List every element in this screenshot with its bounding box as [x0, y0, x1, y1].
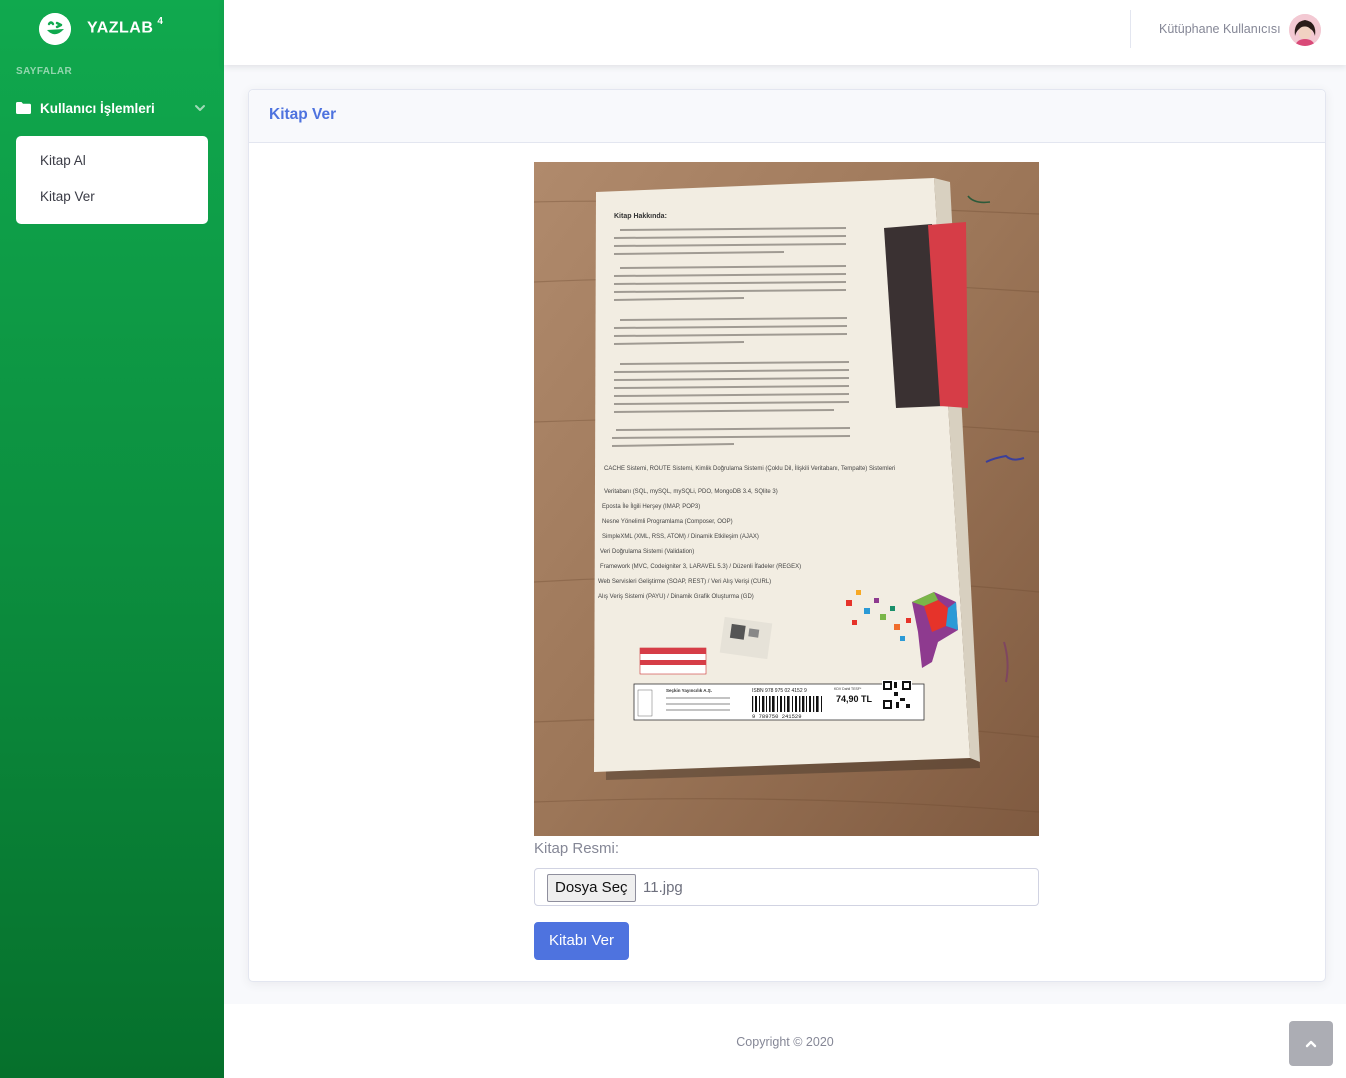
book-image-file-input[interactable]: Dosya Seç 11.jpg	[534, 868, 1039, 906]
user-name[interactable]: Kütüphane Kullanıcısı	[1159, 22, 1281, 36]
chevron-up-icon	[1305, 1040, 1317, 1048]
kitap-ver-card: Kitap Ver Kitap Hakkında: CACHE Sistemi,…	[248, 89, 1326, 982]
nav-item-label: Kullanıcı İşlemleri	[40, 100, 155, 116]
chevron-down-icon	[195, 105, 205, 111]
svg-text:Veri Doğrulama Sistemi (Valida: Veri Doğrulama Sistemi (Validation)	[600, 549, 694, 555]
tax-note: KDV Dahil TESF*	[834, 687, 862, 691]
book-cover-image: Kitap Hakkında: CACHE Sistemi, ROUTE Sis…	[534, 162, 1039, 836]
folder-icon	[16, 102, 31, 114]
submenu-panel: Kitap Al Kitap Ver	[16, 136, 208, 224]
submenu-item-kitap-al[interactable]: Kitap Al	[40, 153, 86, 168]
topbar: Kütüphane Kullanıcısı	[224, 0, 1346, 65]
svg-text:Eposta İle İlgili Herşey (IMAP: Eposta İle İlgili Herşey (IMAP, POP3)	[602, 503, 700, 510]
brand-name: YAZLAB 4	[87, 16, 164, 37]
sidebar: YAZLAB 4 SAYFALAR Kullanıcı İşlemleri Kit…	[0, 0, 224, 1078]
submenu-item-kitap-ver[interactable]: Kitap Ver	[40, 189, 95, 204]
svg-text:SimpleXML (XML, RSS, ATOM) / D: SimpleXML (XML, RSS, ATOM) / Dinamik Etk…	[602, 534, 759, 540]
kitap-resmi-label: Kitap Resmi:	[534, 840, 620, 857]
nav-item-kullanici-islemleri[interactable]: Kullanıcı İşlemleri	[16, 95, 208, 121]
footer: Copyright © 2020	[224, 1004, 1346, 1078]
publisher-name: Seçkin Yayıncılık A.Ş.	[666, 688, 712, 693]
card-title: Kitap Ver	[269, 106, 337, 123]
svg-text:Veritabanı (SQL, mySQL, mySQLi: Veritabanı (SQL, mySQL, mySQLi, PDO, Mon…	[604, 489, 778, 495]
svg-text:Alış Veriş Sistemi (PAYU) / Di: Alış Veriş Sistemi (PAYU) / Dinamik Graf…	[598, 594, 754, 600]
svg-text:Web Servisleri Geliştirme (SOA: Web Servisleri Geliştirme (SOAP, REST) /…	[598, 579, 771, 585]
card-header: Kitap Ver	[249, 90, 1325, 143]
book-cover-heading: Kitap Hakkında:	[614, 213, 667, 220]
choose-file-button[interactable]: Dosya Seç	[547, 874, 636, 902]
svg-text:Framework (MVC, Codeigniter 3,: Framework (MVC, Codeigniter 3, LARAVEL 5…	[600, 563, 801, 570]
topbar-divider	[1130, 10, 1131, 48]
laughing-face-icon	[39, 13, 71, 45]
barcode-number: 9 789750 241529	[752, 713, 802, 720]
sidebar-heading: SAYFALAR	[16, 66, 73, 77]
brand-link[interactable]: YAZLAB 4	[0, 0, 224, 58]
isbn-text: ISBN 978 975 02 4152 9	[752, 688, 807, 694]
selected-file-name: 11.jpg	[643, 879, 683, 896]
kitabi-ver-button[interactable]: Kitabı Ver	[534, 922, 629, 960]
svg-text:Nesne Yönelimli Programlama (C: Nesne Yönelimli Programlama (Composer, O…	[602, 519, 733, 525]
user-avatar[interactable]	[1289, 14, 1321, 46]
book-price: 74,90 TL	[836, 694, 873, 704]
svg-text:CACHE Sistemi, ROUTE Sistemi,: CACHE Sistemi, ROUTE Sistemi, Kimlik Doğ…	[604, 465, 895, 472]
scroll-to-top-button[interactable]	[1289, 1021, 1333, 1066]
copyright-text: Copyright © 2020	[736, 1035, 834, 1049]
